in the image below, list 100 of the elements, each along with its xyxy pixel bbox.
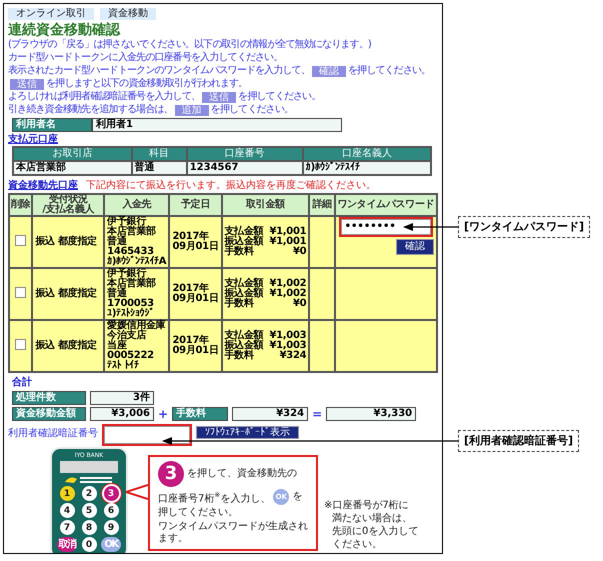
table-cell: ｶ)ﾎｳｼﾞﾝﾃｽｲﾁ: [302, 161, 431, 175]
date-line: 09月01日: [172, 242, 219, 252]
note-text: 満たない場合は、: [331, 512, 413, 525]
amount-value: ¥0: [292, 247, 306, 257]
column-header: 口座番号: [186, 147, 303, 161]
keypad-key: 0: [82, 537, 96, 552]
keypad-key: 取消: [57, 537, 77, 552]
breadcrumb-tab[interactable]: オンライン取引: [8, 8, 94, 20]
note-text: ※口座番号が7桁に: [324, 499, 410, 512]
column-header: お取引店: [13, 147, 132, 161]
column-header: 口座名義人: [302, 147, 431, 161]
date-line: 2017年: [172, 232, 209, 242]
amount-value: ¥1,001: [269, 237, 306, 247]
instruction-text: よろしければ利用者確認暗証番号を入力して、: [8, 91, 200, 103]
amount-value: ¥1,002: [269, 279, 306, 289]
delete-checkbox[interactable]: [15, 287, 26, 298]
page-title: 連続資金移動確認: [8, 22, 122, 38]
amount-label: 振込金額: [224, 341, 264, 351]
payee-line: ｶ)ﾎｳｼﾞﾝﾃｽｲﾁA: [107, 257, 166, 267]
payee-line: ﾃｽﾄ ﾄｲﾁ: [107, 361, 140, 371]
note-text: 先頭に0を入力して: [331, 525, 418, 538]
plus-sign: +: [158, 408, 168, 420]
payee-line: 普通: [107, 237, 127, 247]
instruction-text: を押してください。: [238, 91, 321, 103]
field-label: 処理件数: [12, 391, 86, 405]
status-text: 振込 都度指定: [35, 288, 97, 299]
date-line: 2017年: [172, 284, 209, 294]
callout-text: を押して、資金移動先の: [187, 468, 297, 480]
note-text: ください。: [331, 538, 383, 551]
instruction-text: を押してください。: [210, 104, 294, 116]
field-label: 手数料: [172, 407, 228, 421]
field-value: 3件: [90, 391, 154, 405]
amount-value: ¥1,001: [269, 227, 306, 237]
date-line: 2017年: [172, 336, 209, 346]
table-cell: 1234567: [186, 161, 303, 175]
keypad-key: 7: [60, 520, 74, 535]
table-cell: 本店営業部: [13, 161, 132, 175]
amount-label: 手数料: [224, 299, 254, 309]
column-header: 取引金額: [222, 194, 310, 216]
date-line: 09月01日: [172, 346, 219, 356]
column-header: 削除: [9, 194, 32, 216]
keypad-key: 6: [104, 503, 118, 518]
keypad-key: 2: [82, 486, 96, 501]
keypad-key: 5: [82, 503, 96, 518]
column-header: 詳細: [309, 194, 335, 216]
status-text: 振込 都度指定: [35, 340, 97, 351]
payee-line: 本店営業部: [107, 279, 157, 289]
payee-line: 0005222: [107, 351, 155, 361]
column-header: 入金先: [104, 194, 170, 216]
token-screen: [60, 461, 118, 473]
section-heading: 支払元口座: [8, 134, 58, 146]
keypad-key: 8: [82, 520, 96, 535]
section-heading: 資金移動先口座: [8, 180, 78, 192]
callout-text: 押してください。: [158, 507, 239, 520]
field-label: 資金移動金額: [12, 407, 86, 421]
instruction-text: カード型ハードトークンに入金先の口座番号を入力してください。: [8, 52, 283, 64]
amount-label: 手数料: [224, 247, 254, 257]
amount-label: 振込金額: [224, 237, 264, 247]
amount-label: 支払金額: [224, 331, 264, 341]
field-label: 利用者名: [12, 118, 92, 132]
delete-checkbox[interactable]: [15, 339, 26, 350]
payee-line: 本店営業部: [107, 227, 157, 237]
instruction-text: を押してください。: [348, 65, 430, 77]
field-label: 利用者確認暗証番号: [8, 426, 98, 441]
field-value: 利用者1: [92, 118, 342, 132]
amount-value: ¥1,003: [269, 341, 306, 351]
payee-line: 今治支店: [107, 331, 146, 341]
payee-line: 当座: [107, 341, 127, 351]
delete-checkbox[interactable]: [15, 235, 26, 246]
date-line: 09月01日: [172, 294, 219, 304]
logo-icon: [65, 477, 112, 483]
instruction-text: (ブラウザの「戻る」は押さないでください。以下の取引の情報が全て無効になります。): [8, 39, 371, 51]
keypad-key: 3: [104, 486, 118, 501]
notice-text: 下記内容にて振込を行います。振込内容を再度ご確認ください。: [86, 180, 376, 192]
pin-field[interactable]: [104, 426, 190, 444]
breadcrumb-tab[interactable]: 資金移動: [100, 8, 156, 20]
column-header: 予定日: [169, 194, 222, 216]
column-header: 科目: [132, 147, 187, 161]
field-value: ¥3,006: [90, 407, 154, 421]
field-value: ¥324: [232, 407, 308, 421]
section-heading: 合計: [12, 377, 32, 389]
callout-text: を: [292, 491, 302, 504]
amount-label: 手数料: [224, 351, 254, 361]
amount-label: 支払金額: [224, 227, 264, 237]
status-text: 振込 都度指定: [35, 236, 97, 247]
payee-line: ﾕ)ﾃｽﾄｼｮｳｼﾞ: [107, 309, 155, 319]
amount-label: 支払金額: [224, 279, 264, 289]
confirm-button[interactable]: 確認: [396, 239, 434, 255]
table-cell: 普通: [132, 161, 187, 175]
column-header: ワンタイムパスワード: [334, 194, 437, 216]
keyboard-button[interactable]: ｿﾌﾄｳｪｱｷｰﾎﾞｰﾄﾞ表示: [196, 426, 299, 439]
payee-line: 普通: [107, 289, 127, 299]
callout-label: [利用者確認暗証番号]: [458, 430, 580, 452]
instruction-text: を押しますと以下の資金移動取引が行われます。: [46, 78, 248, 90]
amount-value: ¥324: [280, 351, 306, 361]
instruction-text: 引き続き資金移動先を追加する場合は、: [8, 104, 173, 116]
password-field[interactable]: ••••••••: [340, 219, 431, 235]
amount-label: 振込金額: [224, 289, 264, 299]
callout-text: ワンタイムパスワードが生成されます。: [158, 521, 308, 546]
payee-line: 1700053: [107, 299, 155, 309]
